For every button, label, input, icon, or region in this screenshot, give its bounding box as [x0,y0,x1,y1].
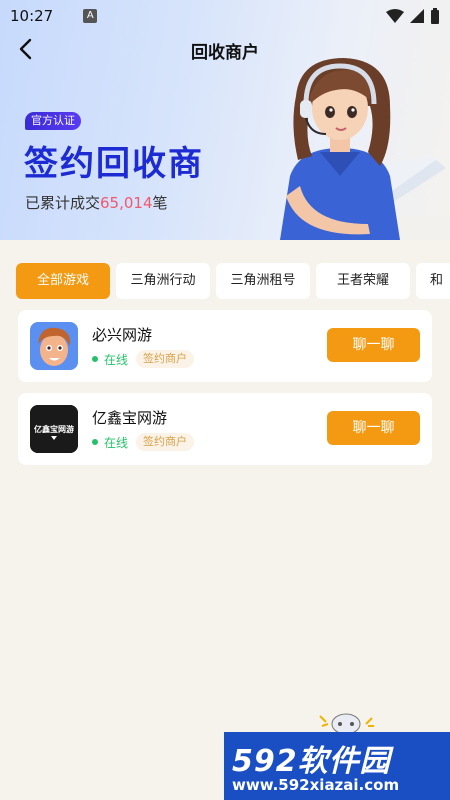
tab-delta-force[interactable]: 三角洲行动 [116,263,210,299]
stat-count: 65,014 [100,194,153,212]
chat-button[interactable]: 聊一聊 [327,411,420,445]
official-certified-badge: 官方认证 [25,112,81,130]
banner-title: 签约回收商 [24,144,204,184]
chat-button[interactable]: 聊一聊 [327,328,420,362]
online-dot-icon [92,356,98,362]
status-bar: 10:27 A [0,0,450,32]
stat-prefix: 已累计成交 [25,194,101,212]
signed-merchant-tag: 签约商户 [136,433,195,451]
battery-icon [431,8,439,24]
online-status: 在线 [104,352,129,367]
status-time: 10:27 [10,7,54,25]
merchant-card[interactable]: 必兴网游 在线 签约商户 聊一聊 [18,310,432,382]
customer-service-illustration [280,58,450,240]
stat-suffix: 笔 [152,194,168,212]
merchant-meta: 在线 签约商户 [92,350,195,368]
watermark-url: www.592xiazai.com [232,776,400,794]
game-filter-tabs: 全部游戏 三角洲行动 三角洲租号 王者荣耀 和 [16,263,450,299]
merchant-logo: 亿鑫宝网游 [30,405,78,453]
tab-all-games[interactable]: 全部游戏 [16,263,110,299]
signed-merchant-tag: 签约商户 [136,350,195,368]
merchant-name: 亿鑫宝网游 [92,409,168,427]
watermark: 592软件园 www.592xiazai.com [224,732,450,800]
online-status: 在线 [104,435,129,450]
page-title: 回收商户 [191,43,259,63]
merchant-logo-text: 亿鑫宝网游 [34,424,74,434]
merchant-name: 必兴网游 [92,326,153,344]
tab-more[interactable]: 和 [416,263,450,299]
merchant-meta: 在线 签约商户 [92,433,195,451]
merchant-card[interactable]: 亿鑫宝网游 亿鑫宝网游 在线 签约商户 聊一聊 [18,393,432,465]
signal-icon [410,9,424,23]
tab-honor-of-kings[interactable]: 王者荣耀 [316,263,410,299]
notification-indicator: A [83,9,98,23]
wifi-icon [386,9,404,23]
deal-count-stat: 已累计成交65,014笔 [25,192,168,213]
tab-delta-force-rental[interactable]: 三角洲租号 [216,263,310,299]
online-dot-icon [92,439,98,445]
merchant-avatar [30,322,78,370]
watermark-title: 592软件园 [232,744,391,779]
